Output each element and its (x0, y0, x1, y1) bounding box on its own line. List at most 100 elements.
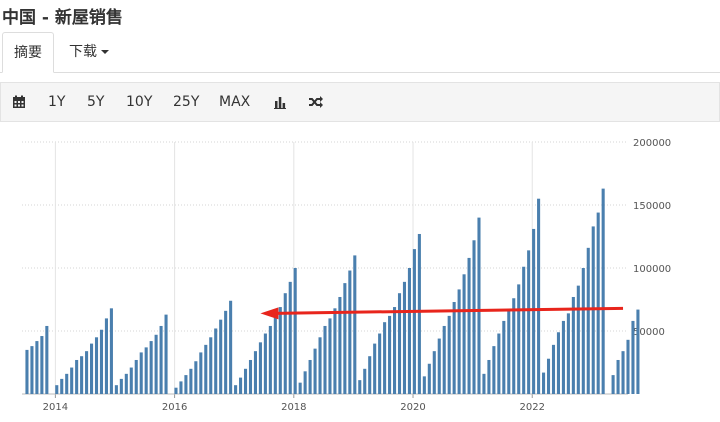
bar (497, 333, 501, 394)
bar (154, 334, 158, 394)
bar (546, 358, 551, 394)
bar (432, 351, 436, 394)
bar (189, 368, 193, 394)
x-tick-label: 2014 (43, 402, 68, 413)
bar (482, 373, 486, 394)
bar (248, 359, 253, 394)
bar (462, 274, 466, 394)
bar (253, 351, 257, 394)
bar (99, 329, 104, 394)
bar (601, 188, 605, 394)
bar (467, 257, 471, 394)
bar (358, 380, 362, 394)
bar (70, 367, 74, 394)
bar (104, 318, 108, 394)
bar (383, 322, 387, 394)
bar (626, 339, 630, 394)
bar (80, 356, 84, 394)
bar (477, 217, 481, 394)
bar-chart-icon[interactable] (273, 95, 287, 109)
tab-download[interactable]: 下载 (60, 32, 118, 72)
bar (566, 313, 570, 394)
bar (283, 293, 287, 394)
annotation-arrow-line (274, 306, 624, 315)
bar (512, 298, 516, 394)
bar (224, 310, 228, 394)
bar (174, 387, 178, 394)
y-tick-label: 200000 (633, 138, 671, 149)
range-1y-button[interactable]: 1Y (48, 83, 65, 121)
bar (25, 349, 29, 394)
x-tick-label: 2022 (520, 402, 545, 413)
bar (412, 249, 416, 394)
bar (40, 336, 44, 394)
bar (308, 359, 312, 394)
calendar-icon[interactable] (12, 95, 26, 109)
bar (368, 356, 372, 394)
bar (268, 325, 272, 394)
bar (621, 351, 625, 394)
bar (348, 270, 352, 394)
shuffle-icon[interactable] (308, 95, 324, 109)
bar (239, 377, 243, 394)
bar (333, 308, 337, 394)
bar (631, 320, 635, 394)
bar (571, 296, 575, 394)
caret-down-icon (101, 50, 109, 54)
bar (616, 359, 620, 394)
bar (234, 385, 238, 394)
bar (214, 328, 218, 394)
bar (328, 318, 332, 394)
bar (204, 344, 208, 394)
bar (407, 268, 411, 394)
bar (179, 381, 183, 394)
bar (258, 342, 262, 394)
bar (323, 325, 327, 394)
bar (363, 368, 367, 394)
bar (581, 268, 585, 394)
tab-bar: 摘要 下载 (0, 32, 720, 73)
bar (378, 333, 382, 394)
range-25y-button[interactable]: 25Y (173, 83, 199, 121)
range-5y-button[interactable]: 5Y (87, 83, 104, 121)
range-max-button[interactable]: MAX (219, 83, 250, 121)
bar (199, 352, 203, 394)
tab-summary[interactable]: 摘要 (2, 32, 54, 73)
bar (487, 359, 491, 394)
bar (437, 338, 441, 394)
bar (288, 281, 292, 394)
bar (576, 285, 580, 394)
bar-chart: 500001000001500002000002014 2016 2018 2020 2… (22, 138, 671, 413)
bar (144, 347, 148, 394)
bar (35, 341, 39, 394)
bar (611, 375, 615, 394)
bar (532, 228, 536, 394)
tab-summary-label: 摘要 (14, 45, 42, 61)
page-title: 中国 - 新屋销售 (2, 8, 123, 28)
bar (139, 352, 143, 394)
bar (502, 320, 506, 394)
x-tick-label: 2018 (281, 402, 306, 413)
bar (343, 283, 347, 394)
bar (402, 281, 407, 394)
bar (219, 319, 223, 394)
bar (134, 359, 138, 394)
bar (109, 308, 113, 394)
bar (527, 250, 531, 394)
bar (447, 315, 451, 394)
bar (442, 325, 446, 394)
annotation-arrow-head (260, 307, 279, 320)
bar (119, 378, 123, 394)
bar (596, 212, 600, 394)
bar (30, 346, 34, 394)
bar (243, 368, 248, 394)
bar (551, 344, 556, 394)
bar (273, 315, 277, 394)
bar (507, 310, 511, 394)
bar (209, 337, 213, 394)
bar (556, 332, 560, 394)
bar (318, 337, 322, 394)
bar (65, 373, 69, 394)
range-10y-button[interactable]: 10Y (126, 83, 152, 121)
bar (303, 371, 307, 394)
